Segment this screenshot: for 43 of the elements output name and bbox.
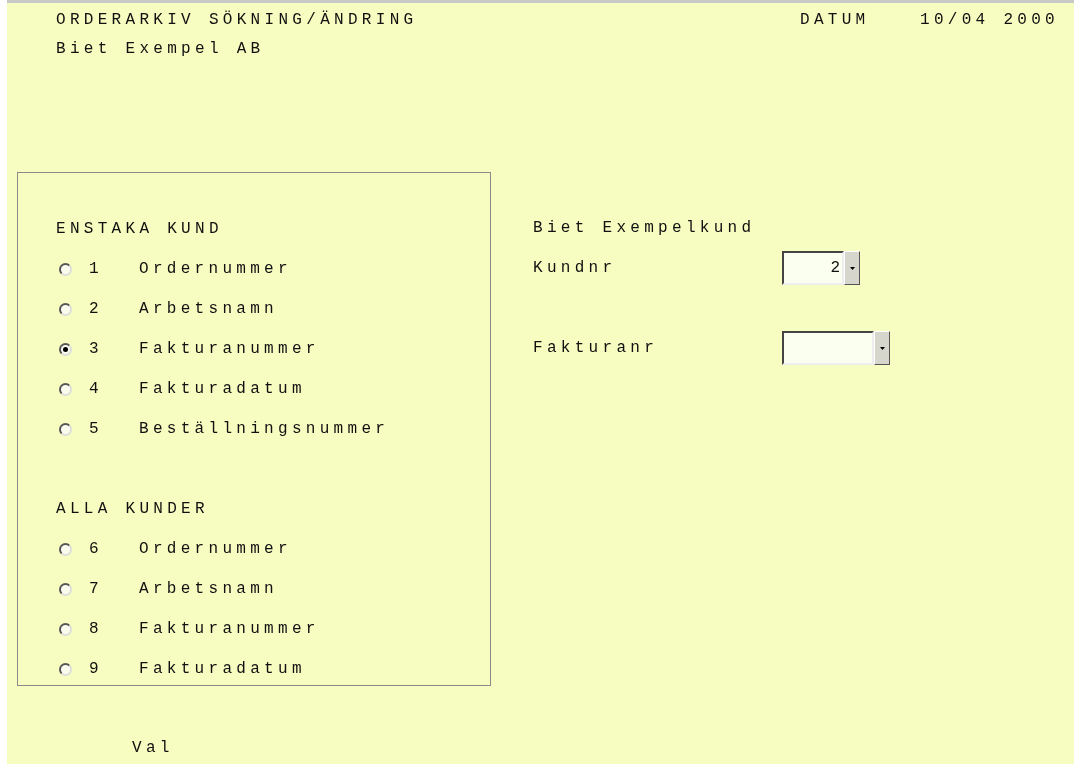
option-number: 5	[89, 420, 104, 438]
dropdown-field[interactable]	[782, 331, 874, 365]
radio-button[interactable]	[59, 262, 72, 276]
dropdown-field[interactable]: 2	[782, 251, 844, 285]
option-label: Fakturadatum	[139, 380, 306, 398]
caret-icon	[849, 266, 855, 270]
company-name: Biet Exempel AB	[56, 40, 265, 58]
option-label: Beställningsnummer	[139, 420, 390, 438]
date-label: DATUM	[800, 11, 871, 29]
radio-button[interactable]	[59, 582, 72, 596]
choice-label: Val	[132, 739, 174, 757]
field-label: Kundnr	[533, 259, 618, 277]
radio-button[interactable]	[59, 342, 72, 356]
group-heading: ALLA KUNDER	[56, 500, 209, 518]
option-number: 6	[89, 540, 104, 558]
field-label: Fakturanr	[533, 339, 660, 357]
customer-name: Biet Exempelkund	[533, 219, 756, 237]
dropdown-button[interactable]	[844, 251, 860, 285]
option-label: Arbetsnamn	[139, 300, 278, 318]
radio-button[interactable]	[59, 622, 72, 636]
option-number: 3	[89, 340, 104, 358]
option-label: Fakturanummer	[139, 340, 320, 358]
option-number: 8	[89, 620, 104, 638]
group-heading: ENSTAKA KUND	[56, 220, 223, 238]
radio-button[interactable]	[59, 382, 72, 396]
radio-button[interactable]	[59, 422, 72, 436]
option-number: 1	[89, 260, 104, 278]
option-label: Arbetsnamn	[139, 580, 278, 598]
option-number: 4	[89, 380, 104, 398]
screen-title: ORDERARKIV SÖKNING/ÄNDRING	[56, 11, 419, 29]
date-value: 10/04 2000	[920, 11, 1059, 29]
option-label: Fakturanummer	[139, 620, 320, 638]
dropdown-button[interactable]	[874, 331, 890, 365]
option-number: 9	[89, 660, 104, 678]
option-label: Ordernummer	[139, 540, 292, 558]
option-label: Ordernummer	[139, 260, 292, 278]
caret-icon	[879, 346, 885, 350]
option-number: 2	[89, 300, 104, 318]
radio-button[interactable]	[59, 302, 72, 316]
option-number: 7	[89, 580, 104, 598]
option-label: Fakturadatum	[139, 660, 306, 678]
radio-button[interactable]	[59, 662, 72, 676]
radio-button[interactable]	[59, 542, 72, 556]
